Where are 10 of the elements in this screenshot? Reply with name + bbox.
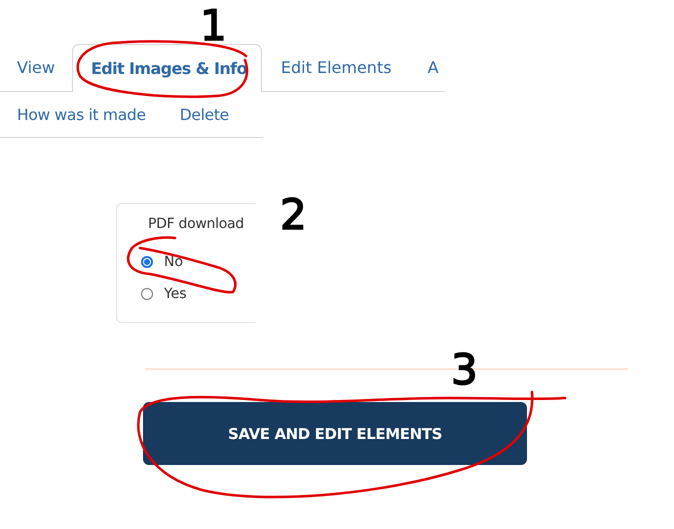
annotation-number: 2: [280, 190, 307, 239]
radio-button[interactable]: [141, 256, 153, 268]
sub-tab-link[interactable]: Delete: [180, 106, 229, 124]
radio-button[interactable]: [141, 288, 153, 300]
radio-label: No: [164, 254, 184, 270]
sub-tab-link[interactable]: How was it made: [17, 106, 146, 124]
save-button[interactable]: SAVE AND EDIT ELEMENTS: [143, 402, 527, 465]
card-title: PDF download: [148, 216, 245, 232]
radio-label: Yes: [164, 286, 187, 302]
annotation-number: 3: [451, 345, 478, 394]
